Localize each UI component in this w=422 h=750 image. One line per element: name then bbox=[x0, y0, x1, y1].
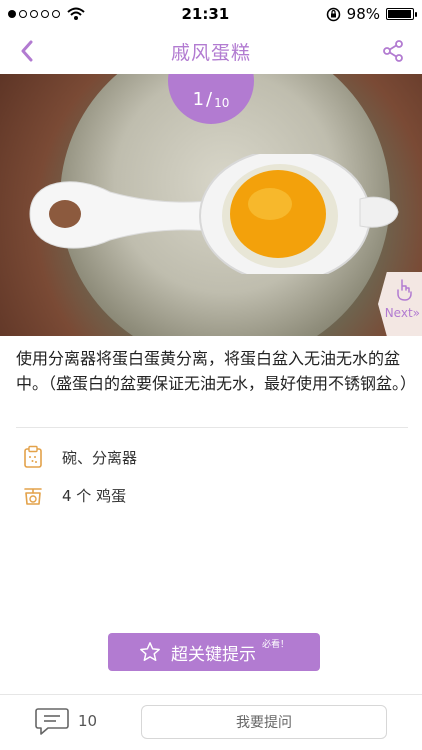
tap-hand-icon bbox=[397, 279, 412, 301]
step-slash: / bbox=[206, 89, 213, 110]
star-icon bbox=[140, 642, 160, 661]
next-step-button[interactable]: Next» bbox=[378, 272, 422, 336]
egg-separator-image bbox=[29, 154, 399, 274]
divider bbox=[16, 427, 408, 428]
back-button[interactable] bbox=[12, 36, 42, 66]
step-instruction: 使用分离器将蛋白蛋黄分离，将蛋白盆入无油无水的盆中。（盛蛋白的盆要保证无油无水，… bbox=[16, 349, 417, 393]
comments-button[interactable]: 10 bbox=[34, 706, 97, 736]
signal-dot bbox=[19, 10, 27, 18]
share-icon bbox=[383, 40, 403, 62]
signal-dot bbox=[8, 10, 16, 18]
clock: 21:31 bbox=[181, 5, 230, 23]
chevron-left-icon bbox=[21, 40, 33, 62]
step-total: 10 bbox=[214, 96, 230, 110]
ask-question-input[interactable]: 我要提问 bbox=[141, 705, 387, 739]
signal-dot bbox=[41, 10, 49, 18]
bottom-bar: 10 我要提问 bbox=[0, 694, 422, 750]
ingredients-row: 4 个 鸡蛋 bbox=[20, 480, 126, 510]
page-title: 戚风蛋糕 bbox=[170, 41, 251, 64]
status-bar: 21:31 98% bbox=[0, 0, 422, 28]
comment-icon bbox=[35, 708, 69, 735]
next-label: Next» bbox=[384, 306, 420, 320]
signal-dot bbox=[30, 10, 38, 18]
ingredients-text: 4 个 鸡蛋 bbox=[62, 486, 127, 505]
must-see-badge: 必看！ bbox=[261, 639, 289, 650]
tools-row: 碗、分离器 bbox=[20, 442, 137, 472]
battery-fill bbox=[388, 10, 412, 18]
wifi-icon bbox=[67, 7, 85, 20]
step-photo[interactable]: 1 / 10 Next» bbox=[0, 74, 422, 336]
key-tips-label: 超关键提示 bbox=[170, 644, 256, 665]
nav-bar: 戚风蛋糕 bbox=[0, 28, 422, 74]
key-tips-button[interactable]: 超关键提示 必看！ bbox=[108, 633, 320, 671]
share-button[interactable] bbox=[378, 36, 408, 66]
step-current: 1 bbox=[192, 89, 205, 110]
comment-count: 10 bbox=[78, 712, 98, 730]
tools-text: 碗、分离器 bbox=[62, 448, 138, 467]
scale-icon bbox=[20, 482, 46, 508]
clipboard-icon bbox=[20, 444, 46, 470]
signal-indicator bbox=[8, 7, 85, 21]
battery-percent: 98% bbox=[346, 5, 380, 23]
battery-icon bbox=[386, 8, 417, 20]
rotation-lock-icon bbox=[326, 7, 340, 21]
signal-dot bbox=[52, 10, 60, 18]
